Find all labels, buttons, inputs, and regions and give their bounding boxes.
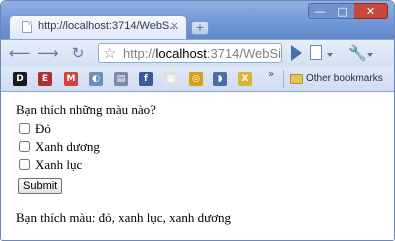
tab-title: http://localhost:3714/WebS... — [38, 20, 179, 32]
bookmark-icon-6[interactable]: ▦ — [164, 72, 178, 86]
reload-icon[interactable]: ↻ — [68, 44, 88, 63]
url-text[interactable]: http://localhost:3714/WebSite — [123, 46, 282, 61]
bookmark-icon-8[interactable]: ◗ — [213, 72, 227, 86]
submit-button[interactable]: Submit — [18, 178, 63, 194]
folder-icon[interactable] — [290, 74, 303, 84]
url-host: localhost — [155, 46, 207, 61]
title-bar: http://localhost:3714/WebS... × + — □ ✕ — [1, 1, 394, 39]
bookmark-icon-2[interactable]: M — [64, 72, 78, 86]
bookmark-icon-0[interactable]: D — [13, 72, 27, 86]
bookmark-star-icon[interactable]: ☆ — [103, 44, 116, 62]
bookmark-icon-9[interactable]: X — [238, 72, 252, 86]
url-prefix: http:// — [123, 46, 156, 61]
new-tab-button[interactable]: + — [191, 21, 209, 35]
chevron-down-icon[interactable] — [367, 53, 373, 57]
maximize-button[interactable]: □ — [331, 3, 355, 19]
option-green[interactable]: Xanh lục — [19, 157, 82, 173]
result-text: Bạn thích màu: đỏ, xanh lục, xanh dương — [16, 210, 232, 225]
option-red[interactable]: Đỏ — [19, 121, 51, 137]
bookmark-icon-5[interactable]: f — [139, 72, 153, 86]
option-label: Xanh dương — [35, 139, 100, 154]
close-window-button[interactable]: ✕ — [354, 3, 388, 19]
bookmark-icon-7[interactable]: ◎ — [189, 72, 203, 86]
browser-tab[interactable]: http://localhost:3714/WebS... × — [9, 15, 187, 39]
more-bookmarks-icon[interactable]: » — [268, 69, 274, 80]
back-icon[interactable]: ⟵ — [9, 44, 31, 63]
browser-window: http://localhost:3714/WebS... × + — □ ✕ … — [0, 0, 395, 241]
bookmark-icon-3[interactable]: ◐ — [89, 72, 103, 86]
option-label: Xanh lục — [35, 157, 83, 172]
bookmark-icon-4[interactable]: ▤ — [114, 72, 128, 86]
bookmarks-divider — [283, 70, 284, 88]
page-content: Bạn thích những màu nào? Đỏ Xanh dương X… — [1, 92, 394, 240]
chevron-down-icon[interactable] — [327, 53, 333, 57]
page-icon — [22, 21, 32, 33]
checkbox-red[interactable] — [19, 123, 30, 134]
url-suffix: :3714/WebSite — [206, 46, 282, 61]
checkbox-green[interactable] — [19, 159, 30, 170]
option-label: Đỏ — [35, 121, 51, 136]
other-bookmarks-label[interactable]: Other bookmarks — [306, 73, 383, 84]
bookmarks-bar: D E M ◐ ▤ f ▦ ◎ ◗ X » Other bookmarks — [1, 67, 394, 92]
option-blue[interactable]: Xanh dương — [19, 139, 100, 155]
minimize-button[interactable]: — — [308, 3, 332, 19]
checkbox-blue[interactable] — [19, 141, 30, 152]
wrench-icon[interactable]: 🔧 — [348, 44, 367, 62]
go-arrow-icon[interactable] — [291, 45, 302, 61]
question-text: Bạn thích những màu nào? — [16, 102, 156, 117]
tab-close-icon[interactable]: × — [170, 19, 179, 32]
bookmark-icon-1[interactable]: E — [38, 72, 52, 86]
navigation-toolbar: ⟵ ⟶ ↻ ☆ http://localhost:3714/WebSite 🔧 — [1, 39, 394, 67]
page-menu-icon[interactable] — [310, 45, 322, 60]
forward-icon[interactable]: ⟶ — [37, 44, 59, 63]
address-bar[interactable]: ☆ http://localhost:3714/WebSite — [98, 43, 282, 63]
